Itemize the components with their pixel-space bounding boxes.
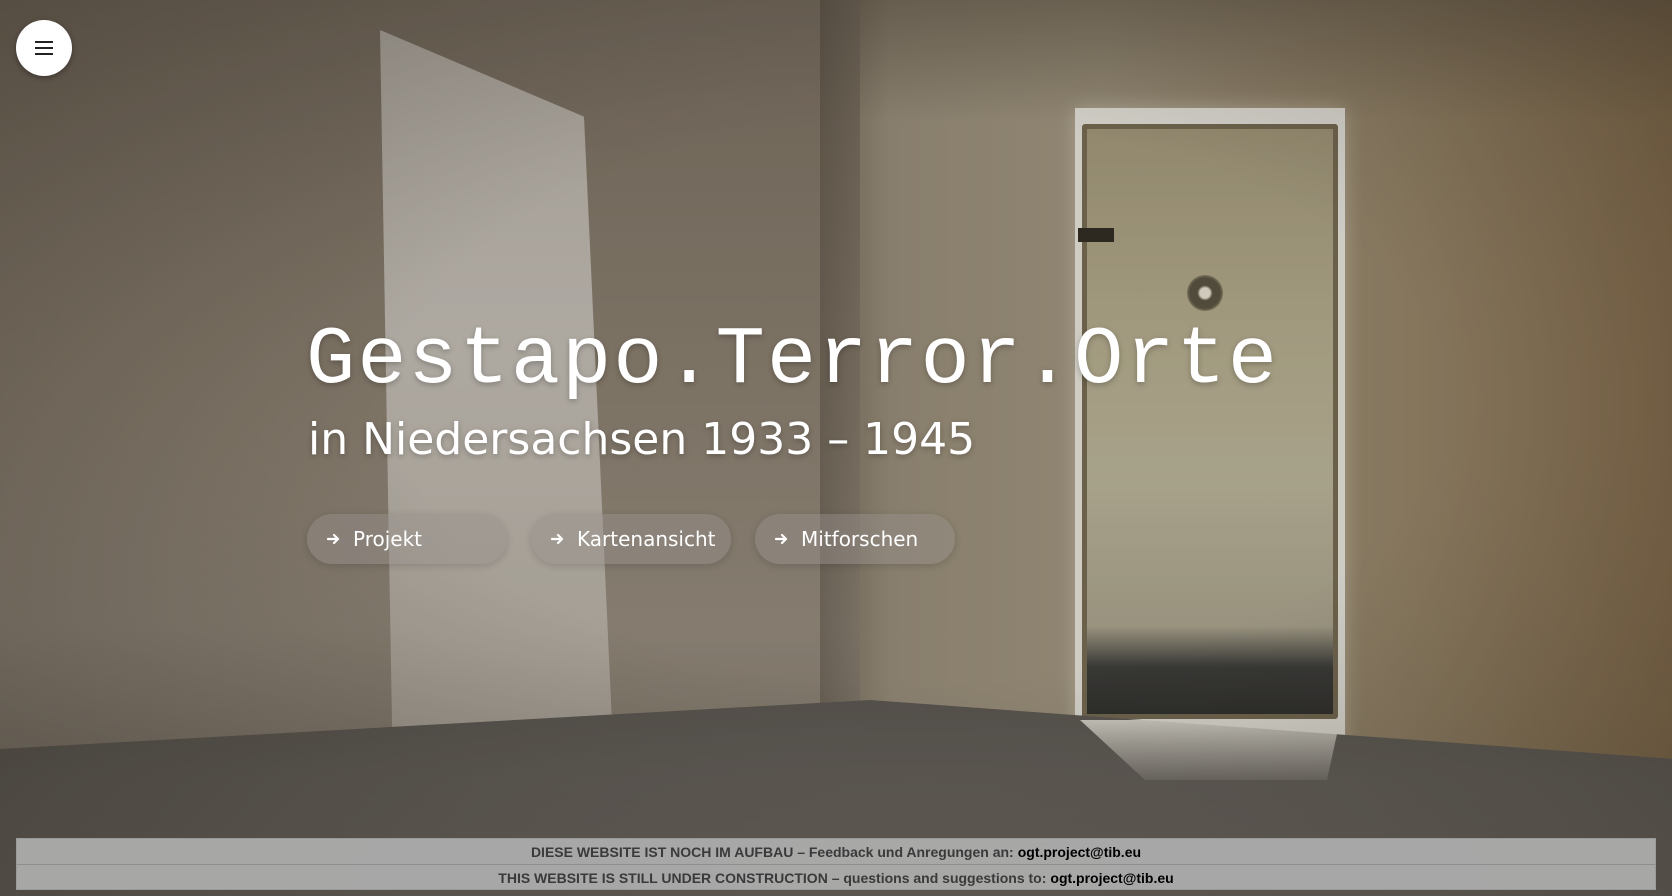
banner-text-de: DIESE WEBSITE IST NOCH IM AUFBAU – Feedb… — [530, 843, 1014, 860]
banner-line-en: THIS WEBSITE IS STILL UNDER CONSTRUCTION… — [17, 864, 1655, 890]
menu-icon — [35, 41, 53, 55]
projekt-button-label: Projekt — [353, 527, 423, 551]
banner-email-link-de[interactable]: ogt.project@tib.eu — [1018, 844, 1141, 860]
page: Gestapo.Terror.Orte in Niedersachsen 193… — [0, 0, 1672, 896]
menu-button[interactable] — [16, 20, 72, 76]
banner-text-en: THIS WEBSITE IS STILL UNDER CONSTRUCTION… — [498, 869, 1047, 886]
kartenansicht-button-label: Kartenansicht — [577, 527, 716, 551]
arrow-right-icon — [327, 532, 341, 546]
banner-line-de: DIESE WEBSITE IST NOCH IM AUFBAU – Feedb… — [17, 839, 1655, 864]
page-subtitle: in Niedersachsen 1933 – 1945 — [308, 414, 976, 465]
projekt-button[interactable]: Projekt — [307, 514, 507, 564]
hero-nav: Projekt Kartenansicht Mitforschen — [307, 514, 955, 564]
mitforschen-button[interactable]: Mitforschen — [755, 514, 955, 564]
construction-banner: DIESE WEBSITE IST NOCH IM AUFBAU – Feedb… — [16, 838, 1656, 890]
kartenansicht-button[interactable]: Kartenansicht — [531, 514, 731, 564]
arrow-right-icon — [551, 532, 565, 546]
banner-email-link-en[interactable]: ogt.project@tib.eu — [1050, 870, 1173, 886]
page-title: Gestapo.Terror.Orte — [306, 314, 1279, 407]
mitforschen-button-label: Mitforschen — [801, 527, 919, 551]
hero: Gestapo.Terror.Orte in Niedersachsen 193… — [306, 314, 1279, 466]
arrow-right-icon — [775, 532, 789, 546]
